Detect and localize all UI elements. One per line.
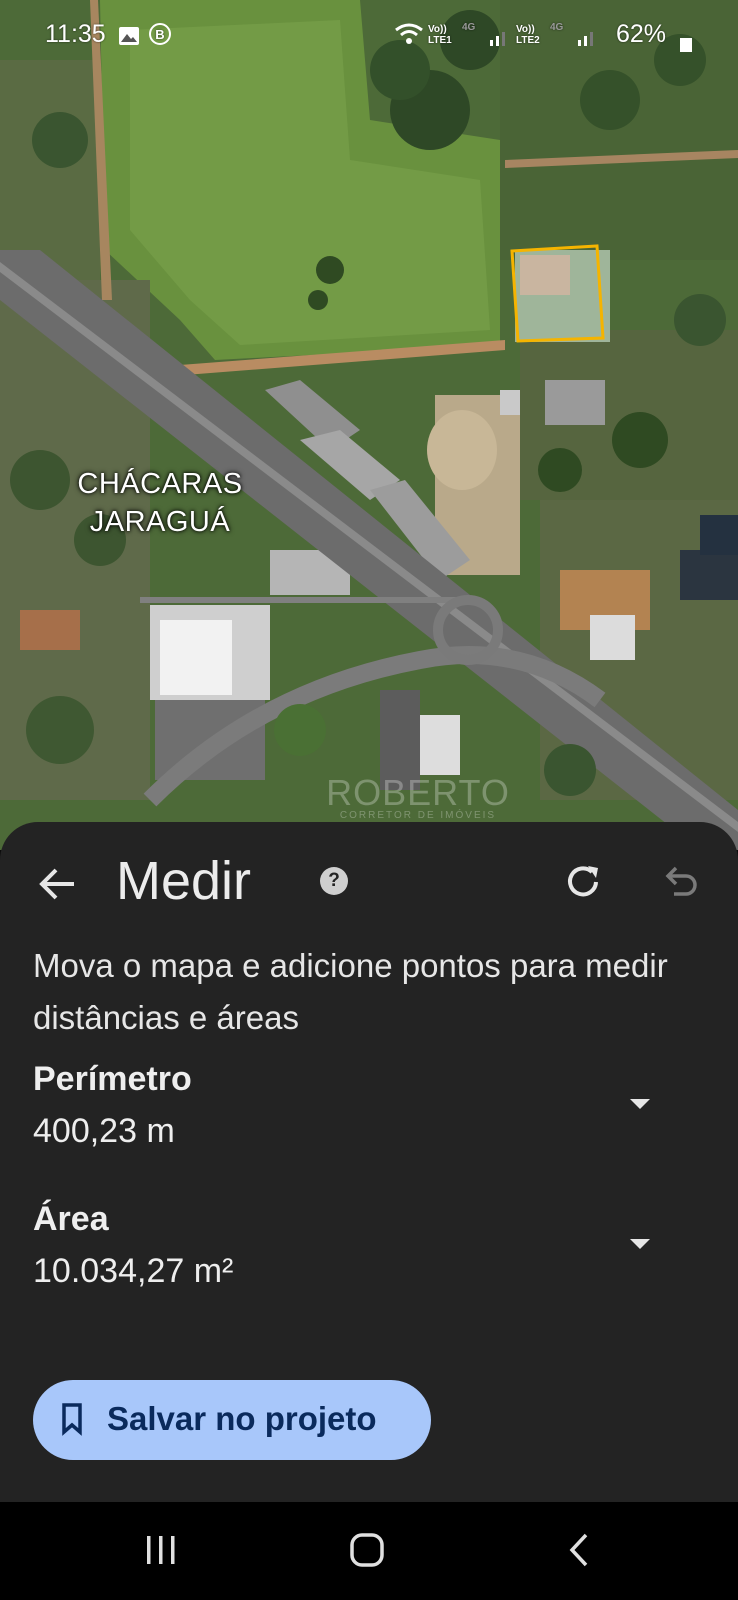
chevron-down-icon [630, 1239, 650, 1249]
instruction-text: Mova o mapa e adicione pontos para medir… [33, 947, 668, 1036]
redo-icon [568, 866, 598, 897]
sim2-bottom-label: LTE2 [516, 35, 540, 46]
battery-percent: 62% [616, 20, 667, 48]
battery-icon [680, 30, 692, 59]
map-place-label: CHÁCARAS JARAGUÁ [70, 465, 250, 541]
area-units-dropdown[interactable] [628, 1232, 652, 1256]
satellite-map[interactable]: CHÁCARAS JARAGUÁ ROBERTO CORRETOR DE IMÓ… [0, 0, 738, 850]
signal-icon [488, 26, 510, 55]
watermark-name: ROBERTO [326, 772, 510, 813]
area-label: Área [33, 1200, 109, 1238]
measure-sheet: Medir ? Mova o mapa e adicione pontos pa… [0, 822, 738, 1502]
perimeter-value: 400,23 m [33, 1112, 175, 1150]
home-button[interactable] [349, 1532, 385, 1573]
save-to-project-button[interactable]: Salvar no projeto [33, 1380, 431, 1460]
b-badge-icon: B [148, 22, 172, 53]
area-value: 10.034,27 m² [33, 1252, 234, 1290]
gallery-icon [118, 24, 140, 53]
chevron-down-icon [630, 1099, 650, 1109]
sim2-top-label: Vo)) [516, 24, 535, 35]
system-nav-bar [0, 1502, 738, 1600]
help-icon[interactable]: ? [320, 867, 348, 895]
perimeter-label: Perímetro [33, 1060, 192, 1098]
signal-icon [576, 26, 598, 55]
save-button-label: Salvar no projeto [107, 1400, 377, 1437]
bookmark-icon [62, 1403, 82, 1436]
sim1-top-label: Vo)) [428, 24, 447, 35]
status-time: 11:35 [45, 20, 106, 48]
place-label-line1: CHÁCARAS [77, 468, 243, 500]
watermark: ROBERTO CORRETOR DE IMÓVEIS [318, 772, 518, 821]
chevron-left-icon [569, 1533, 588, 1567]
status-bar: 11:35 B Vo)) LTE1 4G Vo)) LTE2 4G 62% [0, 0, 738, 72]
sim2-badge: Vo)) LTE2 [516, 24, 540, 46]
system-back-button[interactable] [562, 1532, 598, 1573]
page-title: Medir [116, 851, 252, 911]
sim1-network: 4G [462, 22, 476, 33]
satellite-imagery [0, 0, 738, 850]
back-arrow-icon [39, 868, 74, 900]
svg-text:B: B [155, 27, 164, 42]
watermark-subtitle: CORRETOR DE IMÓVEIS [339, 810, 497, 821]
undo-icon [665, 866, 697, 896]
sim1-badge: Vo)) LTE1 [428, 24, 452, 46]
back-button[interactable] [34, 860, 82, 908]
sim2-network: 4G [550, 22, 564, 33]
recent-apps-icon [147, 1536, 175, 1564]
home-icon [350, 1533, 384, 1567]
redo-button[interactable] [562, 860, 606, 904]
perimeter-units-dropdown[interactable] [628, 1092, 652, 1116]
undo-button[interactable] [660, 862, 700, 902]
wifi-icon [394, 22, 424, 53]
sim1-bottom-label: LTE1 [428, 35, 452, 46]
recent-apps-button[interactable] [143, 1532, 179, 1573]
place-label-line2: JARAGUÁ [89, 506, 231, 538]
